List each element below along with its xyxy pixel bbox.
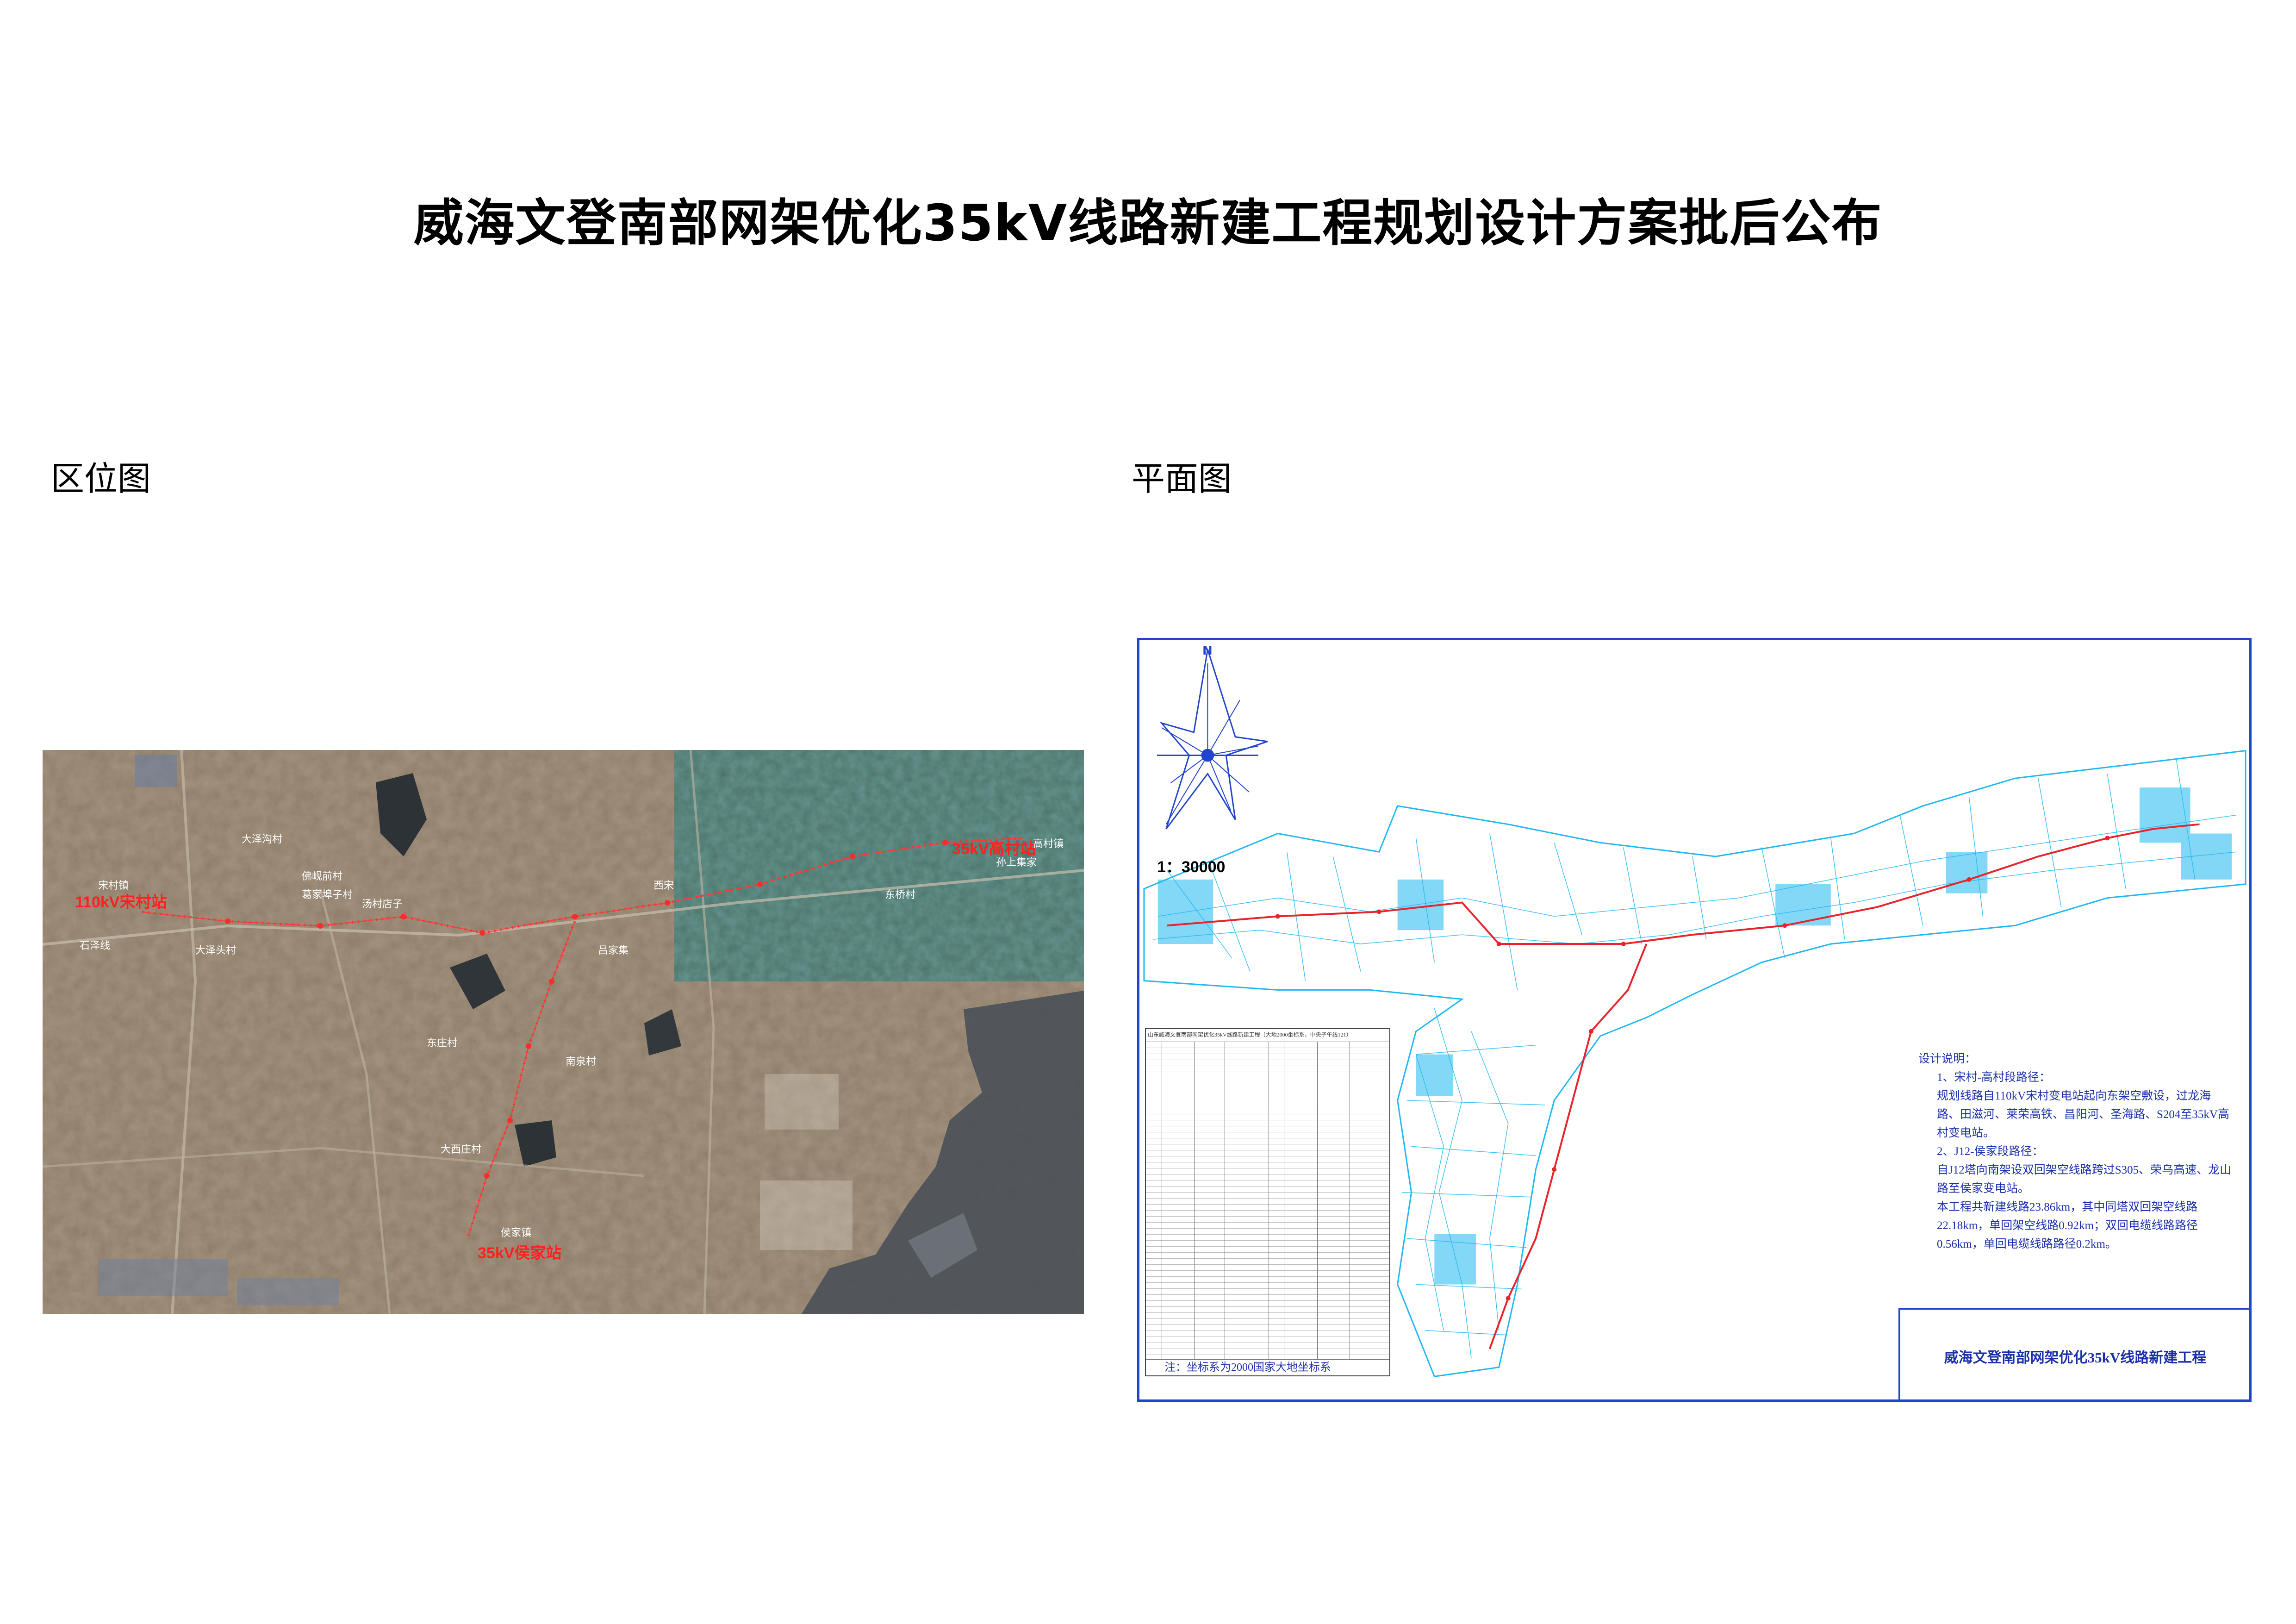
design-notes: 设计说明： 1、宋村-高村段路径： 规划线路自110kV宋村变电站起向东架空敷设… bbox=[1918, 1050, 2233, 1254]
station-label-songcun: 110kV宋村站 bbox=[75, 893, 167, 911]
village-label: 佛岘前村 bbox=[302, 871, 342, 882]
design-notes-item: 1、宋村-高村段路径： bbox=[1937, 1071, 2051, 1084]
coordinate-table-header: 山东威海文登南部网架优化35kV线路新建工程（大地2000坐标系，中央子午线12… bbox=[1146, 1029, 1389, 1042]
village-label: 孙上集家 bbox=[996, 857, 1037, 868]
north-arrow-label: N bbox=[1202, 644, 1213, 658]
coordinate-table-grid bbox=[1146, 1042, 1389, 1360]
village-label: 侯家镇 bbox=[501, 1227, 531, 1239]
village-label: 大西庄村 bbox=[441, 1144, 481, 1156]
plan-map-label: 平面图 bbox=[1132, 459, 1232, 498]
village-label: 大泽沟村 bbox=[242, 834, 282, 845]
design-notes-item: 2、J12-侯家段路径： bbox=[1937, 1145, 2044, 1158]
village-label: 西宋 bbox=[653, 880, 674, 892]
design-notes-item: 本工程共新建线路23.86km，其中同塔双回架空线路22.18km，单回架空线路… bbox=[1937, 1201, 2198, 1250]
village-label: 石泽线 bbox=[80, 940, 110, 952]
village-label: 葛家埠子村 bbox=[302, 889, 353, 901]
village-label: 高村镇 bbox=[1033, 838, 1064, 850]
plan-map[interactable]: N 1：30000 山东威海文登南部网架优化35kV线路新建工程（大地2000坐… bbox=[1137, 638, 2252, 1402]
village-label: 东桥村 bbox=[885, 889, 915, 901]
village-label: 吕家集 bbox=[598, 945, 628, 956]
drawing-title-block: 威海文登南部网架优化35kV线路新建工程 bbox=[1898, 1308, 2249, 1399]
satellite-image: 110kV宋村站 35kV高村站 35kV侯家站 宋村镇 大泽头村 石泽线 大泽… bbox=[43, 750, 1084, 1314]
design-notes-item: 自J12塔向南架设双回架空线路跨过S305、荣乌高速、龙山路至侯家变电站。 bbox=[1937, 1164, 2232, 1195]
station-label-houjia: 35kV侯家站 bbox=[478, 1244, 561, 1262]
village-label: 宋村镇 bbox=[98, 880, 129, 892]
village-label: 南泉村 bbox=[566, 1056, 596, 1068]
page-title: 威海文登南部网架优化35kV线路新建工程规划设计方案批后公布 bbox=[413, 194, 1883, 252]
coordinate-system-note: 注：坐标系为2000国家大地坐标系 bbox=[1146, 1359, 1389, 1375]
village-label: 汤村店子 bbox=[362, 899, 403, 910]
design-notes-title: 设计说明： bbox=[1918, 1053, 1977, 1065]
map-scale: 1：30000 bbox=[1157, 858, 1226, 876]
drawing-title: 威海文登南部网架优化35kV线路新建工程 bbox=[1944, 1349, 2207, 1366]
village-label: 东庄村 bbox=[427, 1037, 457, 1049]
design-notes-item: 规划线路自110kV宋村变电站起向东架空敷设，过龙海路、田滋河、莱荣高铁、昌阳河… bbox=[1937, 1090, 2229, 1139]
location-map[interactable]: 110kV宋村站 35kV高村站 35kV侯家站 宋村镇 大泽头村 石泽线 大泽… bbox=[43, 750, 1084, 1314]
village-label: 大泽头村 bbox=[195, 945, 236, 956]
station-label-gaocun: 35kV高村站 bbox=[952, 840, 1036, 858]
coordinate-table: 山东威海文登南部网架优化35kV线路新建工程（大地2000坐标系，中央子午线12… bbox=[1145, 1028, 1390, 1376]
location-map-label: 区位图 bbox=[51, 459, 151, 498]
